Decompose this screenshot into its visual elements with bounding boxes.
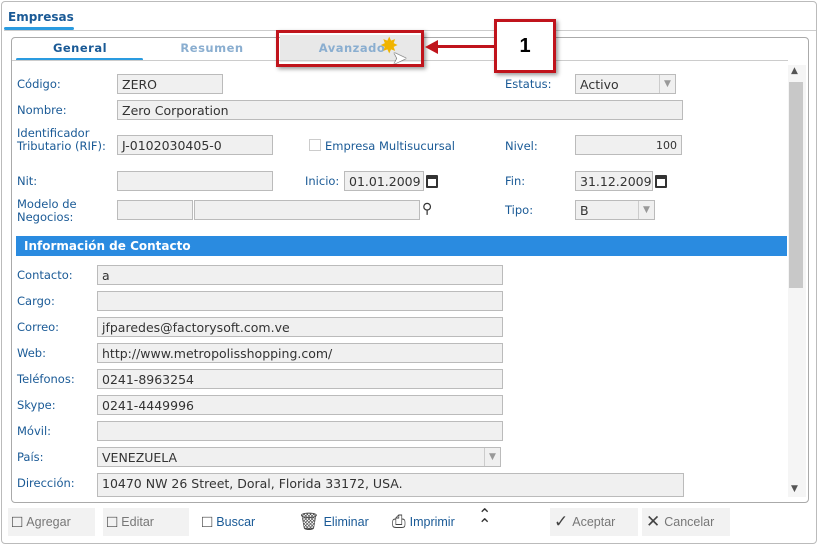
codigo-label: Código: xyxy=(17,77,61,91)
inicio-label: Inicio: xyxy=(305,174,340,188)
trash-icon: 🗑 xyxy=(298,512,320,531)
collapse-icon[interactable]: ⌃ ⌃ xyxy=(478,507,491,533)
contact-label: Skype: xyxy=(17,398,56,412)
search-icon[interactable]: ⚲ xyxy=(422,201,432,217)
tab-empresas[interactable]: Empresas xyxy=(8,10,74,24)
inicio-input[interactable]: 01.01.2009 xyxy=(344,171,424,191)
cancelar-label: Cancelar xyxy=(664,515,715,529)
tab-resumen[interactable]: Resumen xyxy=(150,41,274,55)
cancelar-button[interactable]: ✕ Cancelar xyxy=(642,508,730,536)
field-value: 0241-4449996 xyxy=(102,398,194,413)
step-number-callout: 1 xyxy=(494,19,556,73)
close-icon: ✕ xyxy=(646,512,661,531)
buscar-label: Buscar xyxy=(216,515,256,529)
edit-icon: □ xyxy=(107,512,118,531)
field-value: jfparedes@factorysoft.com.ve xyxy=(102,320,290,335)
pais-select[interactable]: VENEZUELA ▼ xyxy=(97,447,501,467)
aceptar-button[interactable]: ✓ Aceptar xyxy=(550,508,638,536)
field-value: a xyxy=(102,268,110,283)
estatus-value: Activo xyxy=(580,77,619,92)
nivel-label: Nivel: xyxy=(505,139,538,153)
chevron-down-icon: ▼ xyxy=(638,201,654,219)
contact-label: Cargo: xyxy=(17,294,55,308)
buscar-button[interactable]: □ Buscar xyxy=(198,508,259,536)
rif-input[interactable]: J-0102030405-0 xyxy=(117,135,273,155)
contact-input[interactable] xyxy=(97,291,503,311)
add-document-icon: □ xyxy=(12,512,23,531)
arrow-line xyxy=(436,45,496,48)
contact-input[interactable]: http://www.metropolisshopping.com/ xyxy=(97,343,503,363)
nit-input[interactable] xyxy=(117,171,273,191)
codigo-input[interactable]: ZERO xyxy=(117,74,223,94)
modelo-code-input[interactable] xyxy=(117,200,193,220)
aceptar-label: Aceptar xyxy=(572,515,616,529)
editar-label: Editar xyxy=(121,515,154,529)
editar-button[interactable]: □ Editar xyxy=(103,508,189,536)
tipo-label: Tipo: xyxy=(505,203,534,217)
contact-label: Web: xyxy=(17,346,46,360)
multisucursal-checkbox[interactable] xyxy=(309,139,321,151)
arrow-head-icon xyxy=(425,40,438,54)
scroll-up-icon[interactable]: ▲ xyxy=(791,66,798,76)
nivel-input[interactable]: 100 xyxy=(575,135,682,155)
tipo-select[interactable]: B ▼ xyxy=(575,200,655,220)
contact-label: Dirección: xyxy=(17,476,75,490)
field-value: VENEZUELA xyxy=(102,450,178,465)
field-value: http://www.metropolisshopping.com/ xyxy=(102,346,333,361)
contact-label: Contacto: xyxy=(17,268,73,282)
rif-label: Identificador Tributario (RIF): xyxy=(17,126,106,153)
imprimir-label: Imprimir xyxy=(409,515,455,529)
chevron-down-icon: ▼ xyxy=(659,75,675,93)
multisucursal-label: Empresa Multisucursal xyxy=(325,139,455,153)
agregar-label: Agregar xyxy=(26,515,71,529)
fin-input[interactable]: 31.12.2009 xyxy=(575,171,653,191)
scroll-down-icon[interactable]: ▼ xyxy=(791,484,798,494)
contact-section-header: Información de Contacto xyxy=(16,236,787,256)
eliminar-label: Eliminar xyxy=(323,515,369,529)
fin-label: Fin: xyxy=(505,174,526,188)
modelo-name-input[interactable] xyxy=(194,200,420,220)
contact-input[interactable]: jfparedes@factorysoft.com.ve xyxy=(97,317,503,337)
nit-label: Nit: xyxy=(17,174,38,188)
printer-icon: ⎙ xyxy=(392,512,406,531)
contact-input[interactable]: 0241-4449996 xyxy=(97,395,503,415)
eliminar-button[interactable]: 🗑 Eliminar xyxy=(294,508,373,536)
search-document-icon: □ xyxy=(202,512,213,531)
chevron-down-icon: ▼ xyxy=(484,448,500,466)
estatus-select[interactable]: Activo ▼ xyxy=(575,74,676,94)
imprimir-button[interactable]: ⎙ Imprimir xyxy=(388,508,459,536)
calendar-icon[interactable] xyxy=(655,175,667,188)
modelo-label: Modelo de Negocios: xyxy=(17,197,77,224)
nombre-input[interactable]: Zero Corporation xyxy=(117,100,683,120)
tab-general[interactable]: General xyxy=(18,41,142,55)
tipo-value: B xyxy=(580,203,589,218)
estatus-label: Estatus: xyxy=(505,77,552,91)
contact-input[interactable]: a xyxy=(97,265,503,285)
contact-label: Móvil: xyxy=(17,424,52,438)
field-value: 0241-8963254 xyxy=(102,372,194,387)
calendar-icon[interactable] xyxy=(426,175,438,188)
nombre-label: Nombre: xyxy=(17,103,67,117)
field-value: 10470 NW 26 Street, Doral, Florida 33172… xyxy=(102,476,403,491)
contact-input[interactable]: 0241-8963254 xyxy=(97,369,503,389)
cursor-icon: ➤ xyxy=(392,48,408,69)
contact-label: Correo: xyxy=(17,320,60,334)
direccion-textarea[interactable]: 10470 NW 26 Street, Doral, Florida 33172… xyxy=(97,473,684,497)
agregar-button[interactable]: □ Agregar xyxy=(8,508,95,536)
contact-input[interactable] xyxy=(97,421,503,441)
check-icon: ✓ xyxy=(554,512,569,531)
contact-label: País: xyxy=(17,450,44,464)
contact-label: Teléfonos: xyxy=(17,372,75,386)
scrollbar-thumb[interactable] xyxy=(789,82,803,288)
